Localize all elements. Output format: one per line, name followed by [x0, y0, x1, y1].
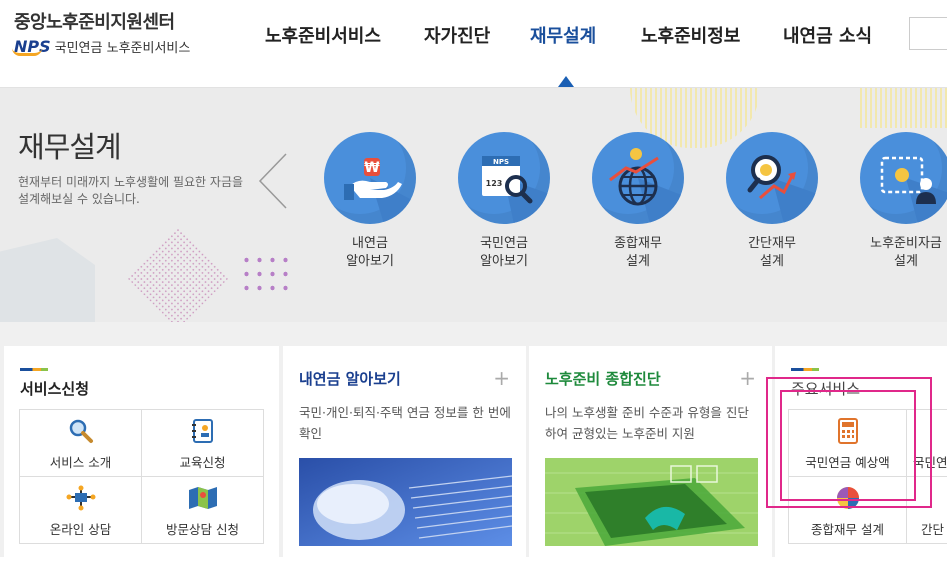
carousel-prev-button[interactable] [258, 152, 288, 214]
magnifier-chart-icon [726, 132, 818, 224]
service-my-pension[interactable]: ₩ 내연금 알아보기 [310, 132, 430, 271]
svg-text:NPS: NPS [493, 158, 509, 166]
service-label: 내연금 알아보기 [346, 236, 394, 269]
globe-chart-icon [592, 132, 684, 224]
nav-active-indicator [558, 76, 574, 87]
mouse-keyboard-image [299, 458, 512, 546]
nav-financial-planning[interactable]: 재무설계 [530, 22, 596, 48]
decorative-dots-diamond [127, 227, 229, 322]
map-icon [188, 487, 217, 509]
nps-logo[interactable]: NPS 국민연금 노후준비서비스 [12, 34, 191, 58]
svg-text:123: 123 [486, 179, 503, 188]
plus-icon[interactable]: + [739, 366, 756, 390]
panel-description: 국민·개인·퇴직·주택 연금 정보를 한 번에 확인 [299, 405, 511, 441]
online-consult-button[interactable]: 온라인 상담 [19, 476, 142, 544]
service-request-grid: 서비스 소개 교육신청 온라인 상담 방문상담 신청 [19, 409, 264, 544]
nps-swoosh-icon [12, 48, 42, 56]
contact-book-icon [191, 419, 213, 443]
nav-pension-news[interactable]: 내연금 소식 [783, 22, 872, 48]
chevron-left-icon [258, 153, 287, 209]
service-simple-planning[interactable]: 간단재무 설계 [712, 132, 832, 271]
nav-self-diagnosis[interactable]: 자가진단 [424, 22, 490, 48]
target-person-icon [860, 132, 947, 224]
brand-subtitle: 국민연금 노후준비서비스 [54, 40, 191, 56]
nav-retirement-service[interactable]: 노후준비서비스 [265, 22, 381, 48]
hero-section: 재무설계 현재부터 미래까지 노후생활에 필요한 자금을 설계해보실 수 있습니… [0, 88, 947, 322]
panel-title[interactable]: 내연금 알아보기 [299, 368, 401, 389]
panel-description: 나의 노후생활 준비 수준과 유형을 진단하여 균형있는 노후준비 지원 [545, 405, 749, 441]
hand-coin-icon: ₩ [324, 132, 416, 224]
diagnosis-panel[interactable]: 노후준비 종합진단 + 나의 노후생활 준비 수준과 유형을 진단하여 균형있는… [529, 346, 772, 561]
nav-retirement-info[interactable]: 노후준비정보 [641, 22, 740, 48]
decorative-dots [240, 253, 288, 298]
service-request-panel: 서비스신청 서비스 소개 교육신청 온라인 상담 방문상담 신청 [4, 346, 279, 561]
chart-tablet-image [545, 458, 758, 546]
magnifier-icon [69, 419, 93, 443]
education-request-button[interactable]: 교육신청 [141, 409, 264, 477]
service-intro-button[interactable]: 서비스 소개 [19, 409, 142, 477]
site-title[interactable]: 중앙노후준비지원센터 [14, 8, 175, 34]
service-retirement-fund-planning[interactable]: 노후준비자금 설계 [846, 132, 947, 271]
nps-search-icon: NPS 123 [458, 132, 550, 224]
service-comprehensive-planning[interactable]: 종합재무 설계 [578, 132, 698, 271]
panel-title[interactable]: 노후준비 종합진단 [545, 368, 661, 389]
svg-text:₩: ₩ [364, 160, 380, 176]
site-header: 중앙노후준비지원센터 NPS 국민연금 노후준비서비스 노후준비서비스 자가진단… [0, 0, 947, 88]
decorative-shape [0, 238, 95, 322]
page-description: 현재부터 미래까지 노후생활에 필요한 자금을 설계해보실 수 있습니다. [18, 175, 244, 206]
visit-consult-button[interactable]: 방문상담 신청 [141, 476, 264, 544]
panel-title: 서비스신청 [20, 380, 90, 398]
page-title: 재무설계 [18, 130, 122, 164]
my-pension-panel[interactable]: 내연금 알아보기 + 국민·개인·퇴직·주택 연금 정보를 한 번에 확인 [283, 346, 526, 561]
decorative-stripes [860, 88, 947, 128]
service-label: 간단재무 설계 [748, 236, 796, 269]
highlight-box-inner [780, 390, 916, 501]
service-label: 종합재무 설계 [614, 236, 662, 269]
service-label: 국민연금 알아보기 [480, 236, 528, 269]
service-national-pension[interactable]: NPS 123 국민연금 알아보기 [444, 132, 564, 271]
plus-icon[interactable]: + [493, 366, 510, 390]
network-icon [66, 485, 95, 511]
search-input[interactable] [909, 17, 947, 50]
service-label: 노후준비자금 설계 [870, 236, 942, 269]
accent-bar [791, 368, 819, 371]
accent-bar [20, 368, 48, 371]
